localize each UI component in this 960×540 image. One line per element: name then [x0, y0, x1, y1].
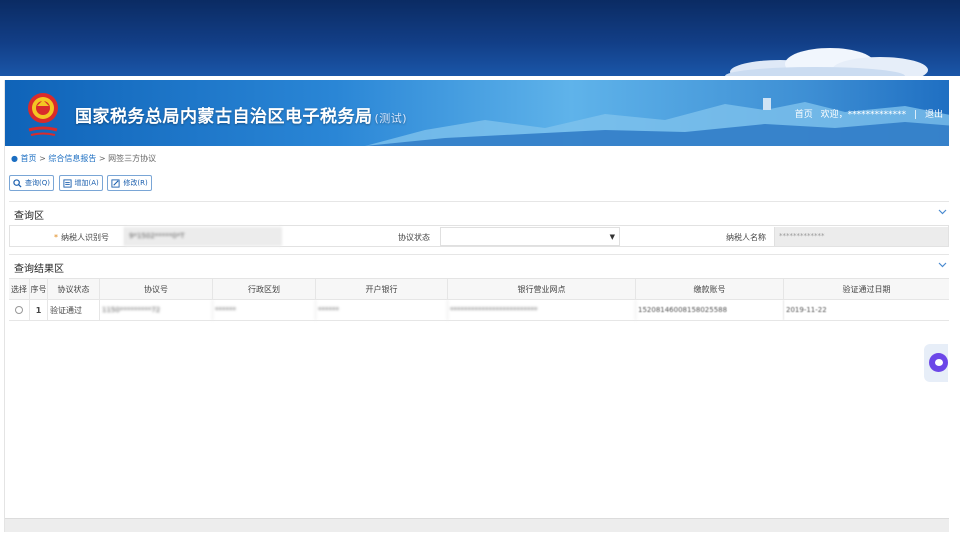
column-header: 缴款账号	[636, 279, 784, 299]
required-mark: *	[54, 233, 58, 242]
edit-button[interactable]: 修改(R)	[107, 175, 152, 191]
site-title-suffix: (测试)	[374, 112, 408, 125]
search-icon	[13, 178, 22, 188]
column-header: 选择	[9, 279, 30, 299]
location-pin-icon: ●	[11, 154, 18, 163]
result-section-title: 查询结果区	[14, 264, 64, 275]
result-table: 选择 序号 协议状态 协议号 行政区划 开户银行 银行营业网点 缴款账号 验证通…	[9, 278, 949, 321]
row-region: ******	[213, 300, 316, 320]
breadcrumb-separator: >	[39, 154, 46, 163]
column-header: 银行营业网点	[448, 279, 636, 299]
column-header: 序号	[30, 279, 48, 299]
edit-button-label: 修改(R)	[123, 179, 148, 187]
horizontal-scrollbar[interactable]	[5, 518, 949, 532]
main-frame: 国家税务总局内蒙古自治区电子税务局 (测试) 首页 欢迎，************…	[4, 80, 949, 532]
taxpayer-name-field[interactable]: *************	[774, 227, 948, 246]
tax-emblem-icon	[28, 93, 58, 136]
taxpayer-id-label: * 纳税人识别号	[54, 232, 109, 243]
row-status: 验证通过	[48, 300, 100, 320]
chevron-down-icon[interactable]	[938, 261, 947, 270]
status-label: 协议状态	[398, 233, 430, 242]
home-link[interactable]: 首页	[795, 110, 813, 120]
table-header-row: 选择 序号 协议状态 协议号 行政区划 开户银行 银行营业网点 缴款账号 验证通…	[9, 279, 949, 300]
welcome-text: 欢迎，*************	[820, 110, 907, 120]
query-section-header[interactable]: 查询区	[9, 201, 949, 223]
row-bank: ******	[316, 300, 448, 320]
taxpayer-name-label: 纳税人名称	[726, 233, 766, 242]
site-banner: 国家税务总局内蒙古自治区电子税务局 (测试) 首页 欢迎，************…	[5, 80, 949, 146]
query-button[interactable]: 查询(Q)	[9, 175, 54, 191]
column-header: 协议状态	[48, 279, 100, 299]
site-title-text: 国家税务总局内蒙古自治区电子税务局	[75, 107, 373, 127]
chevron-down-icon[interactable]	[938, 208, 947, 217]
breadcrumb-separator: >	[98, 154, 106, 163]
row-account: 15208146008158025588	[636, 300, 784, 320]
column-header: 协议号	[100, 279, 213, 299]
chat-bubble-icon[interactable]	[929, 353, 948, 372]
result-section-header[interactable]: 查询结果区	[9, 254, 949, 276]
add-button[interactable]: 增加(A)	[58, 175, 103, 191]
user-separator: |	[914, 110, 918, 120]
row-agreement-no: 1150*********72	[100, 300, 213, 320]
column-header: 开户银行	[316, 279, 448, 299]
chat-widget[interactable]	[924, 344, 948, 382]
breadcrumb: ● 首页 > 综合信息报告 > 网签三方协议	[11, 153, 156, 164]
dropdown-arrow-icon: ▼	[609, 233, 615, 241]
status-select[interactable]: ▼	[440, 227, 620, 246]
row-index: 1	[30, 300, 48, 320]
toolbar: 查询(Q) 增加(A) 修改(R)	[9, 175, 154, 191]
query-form: * 纳税人识别号 9*1502*****0*T 协议状态 ▼ 纳税人名称 ****…	[9, 225, 949, 247]
table-row[interactable]: 1 验证通过 1150*********72 ****** ****** ***…	[9, 300, 949, 321]
add-record-icon	[62, 178, 72, 188]
logout-link[interactable]: 退出	[925, 110, 943, 120]
row-select-radio[interactable]	[9, 300, 30, 320]
breadcrumb-current: 网签三方协议	[108, 154, 157, 163]
row-verify-date: 2019-11-22	[786, 306, 827, 314]
column-header: 验证通过日期	[842, 284, 891, 294]
taxpayer-id-label-text: 纳税人识别号	[61, 233, 109, 242]
row-branch: *************************	[448, 300, 636, 320]
site-title: 国家税务总局内蒙古自治区电子税务局 (测试)	[75, 102, 407, 127]
add-button-label: 增加(A)	[74, 179, 99, 187]
breadcrumb-home[interactable]: 首页	[21, 154, 37, 163]
radio-button[interactable]	[15, 306, 23, 314]
breadcrumb-report[interactable]: 综合信息报告	[48, 154, 96, 163]
taxpayer-id-field[interactable]: 9*1502*****0*T	[124, 227, 282, 246]
query-button-label: 查询(Q)	[25, 179, 50, 187]
edit-icon	[111, 178, 120, 188]
cloud-decoration	[725, 48, 928, 76]
top-background	[0, 0, 960, 76]
column-header: 行政区划	[213, 279, 316, 299]
user-area: 首页 欢迎，************* | 退出	[790, 107, 943, 120]
query-section-title: 查询区	[14, 211, 44, 222]
